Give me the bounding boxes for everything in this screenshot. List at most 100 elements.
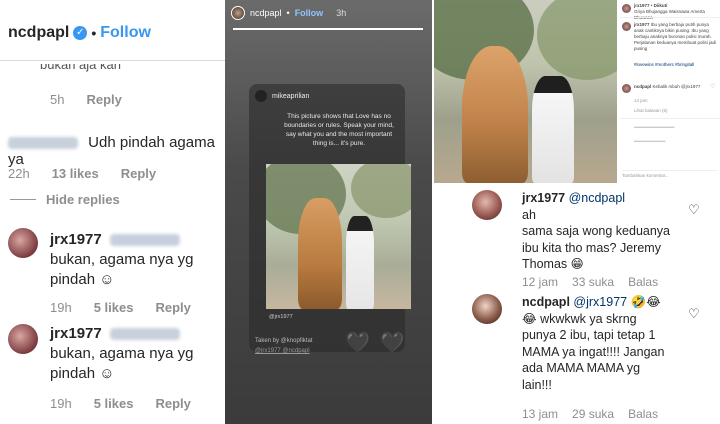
comment-avatar[interactable] [472,294,502,324]
reply-button[interactable]: Balas [628,407,658,421]
comment: Udh pindah agama ya [8,134,225,168]
comment-mention[interactable]: @ncdpapl [569,191,625,205]
comment-likes[interactable]: 29 suka [572,407,614,421]
comment-meta: 13 jam 29 suka Balas [522,407,658,421]
shared-photo [266,164,411,309]
reply-comment: jrx1977 bukan, agama nya yg pindah ☺ [50,324,220,384]
comment-time: 5h [50,92,65,107]
comment-mention[interactable]: @jrx1977 [573,295,627,309]
header-divider [0,60,225,61]
taken-by: Taken by @knopfiktat [255,338,313,344]
author-avatar[interactable] [622,4,631,13]
comment-meta: 12 jam 33 suka Balas [522,275,658,289]
comment-emoji: 🤣😂 [630,295,661,309]
photo-tag: @jrx1977 [269,314,293,320]
reply-comment: jrx1977 bukan, agama nya yg pindah ☺ [50,230,220,290]
story-panel: ncdpapl • Follow 3h mikeaprilian This pi… [225,0,432,424]
like-heart-icon[interactable]: ♡ [688,202,700,218]
story-avatar[interactable] [231,6,245,20]
replies-line [10,199,36,200]
like-heart-icon[interactable]: ♡ [688,306,700,322]
sidebar-reply: ncdpapl Kebalik mbuh @jrx1977 [634,84,718,90]
reply-button[interactable]: Balas [628,275,658,289]
location[interactable]: Griya Bhujangga Waisnawa Amerta Bhuwana [634,9,718,21]
story-progress-bar [233,28,423,30]
comment-time: 13 jam [522,407,559,421]
story-time: 3h [336,8,347,18]
reply-text-line: pindah ☺ [50,271,115,288]
comment-meta: 19h 5 likes Reply [50,396,191,411]
comment-username[interactable]: ncdpapl [522,295,570,309]
comment-line: 😂 wkwkwk ya skrng [522,311,637,326]
hide-replies-toggle[interactable]: Hide replies [10,192,120,207]
verified-badge-icon: ✓ [73,26,88,40]
comment-meta: 19h 5 likes Reply [50,300,191,315]
sidebar-reply-user[interactable]: ncdpapl [634,84,651,89]
comment-time: 19h [50,396,72,411]
follow-button[interactable]: Follow [100,24,151,42]
post-header: ncdpapl ✓ • Follow [8,24,151,42]
comment-time: 19h [50,300,72,315]
likes-count[interactable]: 5 likes [94,396,134,411]
shared-post-user: mikeaprilian [255,90,309,102]
story-header: ncdpapl • Follow 3h [231,6,346,20]
hide-replies-label: Hide replies [46,192,120,207]
story-username[interactable]: ncdpapl [250,8,282,18]
taken-by-text: Taken by @knopfiktat @jrx1977 @ncdpapl [255,336,312,356]
reply-username[interactable]: jrx1977 [50,231,102,248]
comment-line: ada MAMA MAMA yg [522,361,641,375]
hashtags[interactable]: #lovewins #mothers #bringitall [634,62,718,68]
caption-user[interactable]: jrx1977 [634,22,650,27]
cut-off-comment: bukan aja kan [40,64,121,72]
comment-time: 22h [8,166,30,181]
sidebar-like-icon[interactable]: ♡ [710,84,715,90]
reply-text-line: bukan, agama nya yg [50,345,194,362]
separator-dot: • [91,25,97,41]
blurred-row: ▬▬▬▬▬▬▬ [634,138,666,143]
comment-likes[interactable]: 33 suka [572,275,614,289]
reply-button[interactable]: Reply [121,166,156,181]
reply-button[interactable]: Reply [155,300,190,315]
likes-count[interactable]: 5 likes [94,300,134,315]
comment-meta: 5h Reply [50,92,122,107]
post-comment: jrx1977 @ncdpapl ah sama saja wong kedua… [522,190,692,273]
view-replies[interactable]: Lihat balasan (6) [634,108,718,114]
avatar[interactable] [8,228,38,258]
reply-avatar[interactable] [622,84,631,93]
shared-username: mikeaprilian [272,92,310,100]
caption: jrx1977 Ibu yang berbaju putih punya ana… [634,22,718,52]
comment-username[interactable]: jrx1977 [522,191,565,205]
blurred-username [8,137,78,150]
blurred-mention [109,234,180,247]
comment-line: MAMA ya ingat!!!! Jangan [522,344,665,359]
post-sidebar: jrx1977 • Diikuti Griya Bhujangga Waisna… [620,0,720,183]
add-comment-input[interactable]: Tambahkan komentar... [622,170,718,180]
reply-text-line: bukan, agama nya yg [50,251,194,268]
reply-button[interactable]: Reply [155,396,190,411]
comment-line: lain!!! [522,377,552,392]
post-panel: jrx1977 • Diikuti Griya Bhujangga Waisna… [432,0,720,424]
comment-line: sama saja wong keduanya [522,224,671,238]
reply-username[interactable]: jrx1977 [50,325,102,342]
story-follow-button[interactable]: Follow [295,8,324,18]
reply-button[interactable]: Reply [86,92,121,107]
comment-avatar[interactable] [472,190,502,220]
mentions[interactable]: @jrx1977 @ncdpapl [255,346,312,356]
shared-avatar [255,90,267,102]
comment-line: Thomas 😁 [522,257,584,271]
likes-count[interactable]: 13 likes [52,166,99,181]
reply-text-line: pindah ☺ [50,365,115,382]
comments-panel: ncdpapl ✓ • Follow bukan aja kan 5h Repl… [0,0,225,424]
blurred-row: ▬▬▬▬▬▬▬▬▬ [634,124,675,129]
post-username[interactable]: ncdpapl [8,24,69,42]
comment-time: 12 jam [522,275,559,289]
sidebar-reply-time: 14 jam [634,98,648,103]
black-hearts: 🖤 🖤 [345,332,407,354]
caption-avatar[interactable] [622,22,631,31]
avatar[interactable] [8,324,38,354]
comment-line: ah [522,207,536,222]
comment-line: punya 2 ibu, tapi tetap 1 [522,328,656,342]
post-comment: ncdpapl @jrx1977 🤣😂 😂 wkwkwk ya skrng pu… [522,294,692,393]
sidebar-reply-text: Kebalik mbuh @jrx1977 [652,84,701,89]
comment-meta: 22h 13 likes Reply [8,166,156,181]
